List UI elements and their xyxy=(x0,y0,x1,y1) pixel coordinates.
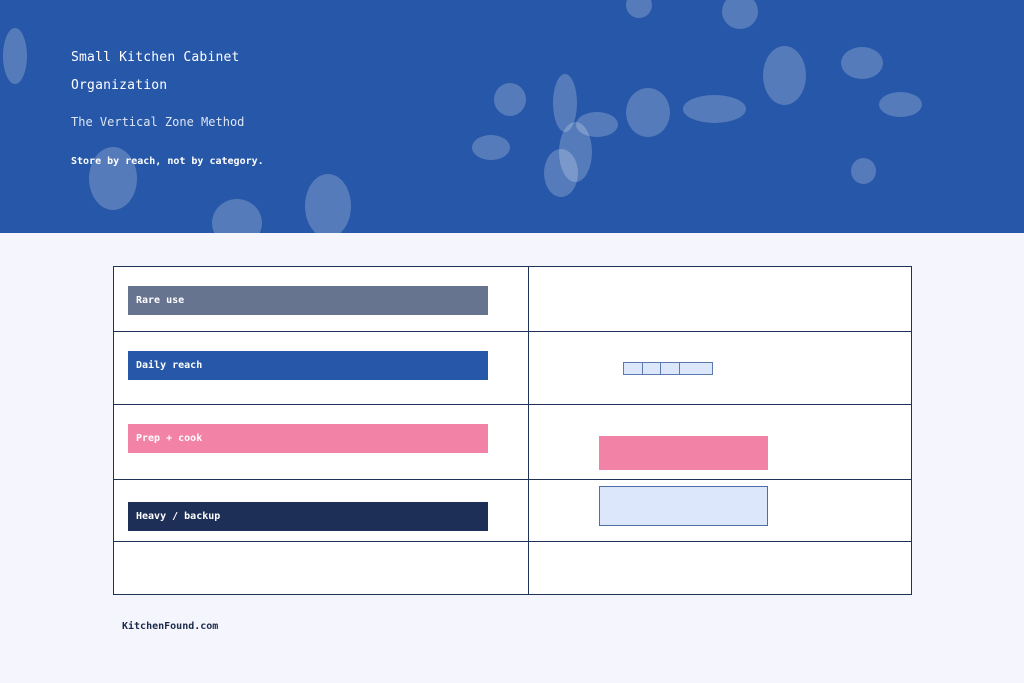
decorative-dot xyxy=(626,0,652,18)
organizer-slot xyxy=(680,363,712,374)
page-title-line-2: Organization xyxy=(71,78,168,93)
page-title: Small Kitchen Cabinet Organization xyxy=(71,44,331,100)
decorative-dot xyxy=(305,174,351,233)
decorative-dot xyxy=(626,88,670,137)
decorative-dot xyxy=(212,199,262,233)
decorative-dot xyxy=(879,92,922,117)
organizer-slot xyxy=(643,363,662,374)
column-divider xyxy=(528,267,529,594)
row-divider xyxy=(114,479,911,480)
decorative-dot xyxy=(3,28,27,84)
decorative-dot xyxy=(722,0,758,29)
cabinet-zone-diagram: Rare use Daily reach Prep + cook Heavy /… xyxy=(113,266,912,595)
decorative-dot xyxy=(763,46,806,105)
zone-label-prep-cook: Prep + cook xyxy=(128,424,488,453)
heavy-storage-bin xyxy=(599,486,768,526)
page-tagline: Store by reach, not by category. xyxy=(71,156,264,167)
decorative-dot xyxy=(494,83,526,116)
decorative-dot xyxy=(851,158,876,184)
shelf-divider-organizer xyxy=(623,362,713,375)
organizer-slot xyxy=(624,363,643,374)
decorative-dot xyxy=(683,95,746,123)
page-subtitle: The Vertical Zone Method xyxy=(71,115,245,129)
row-divider xyxy=(114,404,911,405)
organizer-slot xyxy=(661,363,681,374)
prep-storage-bin xyxy=(599,436,768,470)
footer-site-name: KitchenFound.com xyxy=(122,621,219,632)
zone-label-rare-use: Rare use xyxy=(128,286,488,315)
page-title-line-1: Small Kitchen Cabinet xyxy=(71,50,240,65)
decorative-dot xyxy=(472,135,510,160)
zone-label-heavy-backup: Heavy / backup xyxy=(128,502,488,531)
zone-label-daily-reach: Daily reach xyxy=(128,351,488,380)
decorative-dot xyxy=(841,47,883,79)
row-divider xyxy=(114,541,911,542)
decorative-dot xyxy=(576,112,618,137)
row-divider xyxy=(114,331,911,332)
hero-banner: Small Kitchen Cabinet Organization The V… xyxy=(0,0,1024,233)
